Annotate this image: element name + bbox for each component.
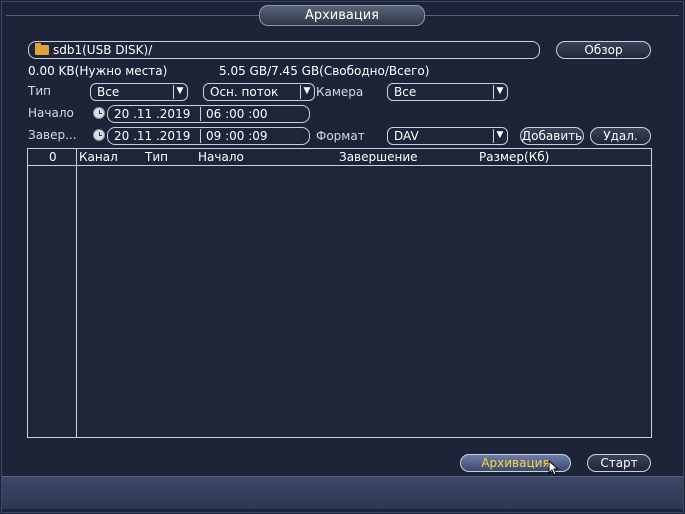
header-select-all[interactable]: 0: [49, 149, 57, 165]
format-select[interactable]: DAV ▼: [387, 127, 508, 145]
clock-icon[interactable]: [93, 129, 105, 141]
mouse-pointer-icon: [548, 460, 560, 476]
header-size: Размер(Кб): [479, 150, 550, 164]
format-label: Формат: [316, 129, 365, 143]
table-column-divider: [76, 149, 77, 437]
start-button[interactable]: Старт: [587, 454, 651, 472]
header-channel: Канал: [79, 150, 118, 164]
browse-button[interactable]: Обзор: [556, 41, 651, 59]
format-select-value: DAV: [394, 129, 419, 143]
end-datetime-field[interactable]: 20 .11 .2019 09 :00 :09: [107, 127, 310, 145]
datetime-divider: [200, 129, 201, 143]
camera-select[interactable]: Все ▼: [387, 83, 508, 101]
start-datetime-field[interactable]: 20 .11 .2019 06 :00 :00: [107, 105, 310, 123]
bottom-bar: [2, 476, 683, 509]
start-label: Начало: [28, 106, 74, 120]
chevron-down-icon: ▼: [493, 85, 506, 99]
header-start: Начало: [198, 150, 244, 164]
type-select-value: Все: [97, 85, 120, 99]
chevron-down-icon: ▼: [493, 129, 506, 143]
required-space-text: 0.00 KB(Нужно места): [28, 64, 168, 78]
stream-select[interactable]: Осн. поток ▼: [203, 83, 315, 101]
datetime-divider: [200, 107, 201, 121]
clock-icon[interactable]: [93, 107, 105, 119]
path-field[interactable]: sdb1(USB DISK)/: [28, 41, 540, 59]
end-date-value: 20 .11 .2019: [114, 129, 191, 143]
folder-icon: [35, 43, 49, 55]
add-button[interactable]: Добавить: [520, 127, 584, 145]
start-date-value: 20 .11 .2019: [114, 107, 191, 121]
chevron-down-icon: ▼: [300, 85, 313, 99]
path-value: sdb1(USB DISK)/: [53, 43, 153, 57]
camera-select-value: Все: [394, 85, 417, 99]
end-time-value: 09 :00 :09: [206, 129, 268, 143]
table-header: 0 Канал Тип Начало Завершение Размер(Кб): [28, 149, 651, 166]
header-end: Завершение: [339, 150, 418, 164]
free-total-space-text: 5.05 GB/7.45 GB(Свободно/Всего): [219, 64, 430, 78]
end-label: Завер...: [28, 128, 77, 142]
type-select[interactable]: Все ▼: [90, 83, 188, 101]
type-label: Тип: [28, 84, 51, 98]
dialog-title: Архивация: [259, 5, 425, 26]
delete-button[interactable]: Удал.: [590, 127, 651, 145]
stream-select-value: Осн. поток: [210, 85, 279, 99]
backup-file-table: 0 Канал Тип Начало Завершение Размер(Кб): [27, 148, 652, 438]
backup-dialog: Архивация sdb1(USB DISK)/ Обзор 0.00 KB(…: [0, 0, 685, 514]
chevron-down-icon: ▼: [173, 85, 186, 99]
camera-label: Камера: [316, 85, 364, 99]
header-type: Тип: [145, 150, 168, 164]
start-time-value: 06 :00 :00: [206, 107, 268, 121]
